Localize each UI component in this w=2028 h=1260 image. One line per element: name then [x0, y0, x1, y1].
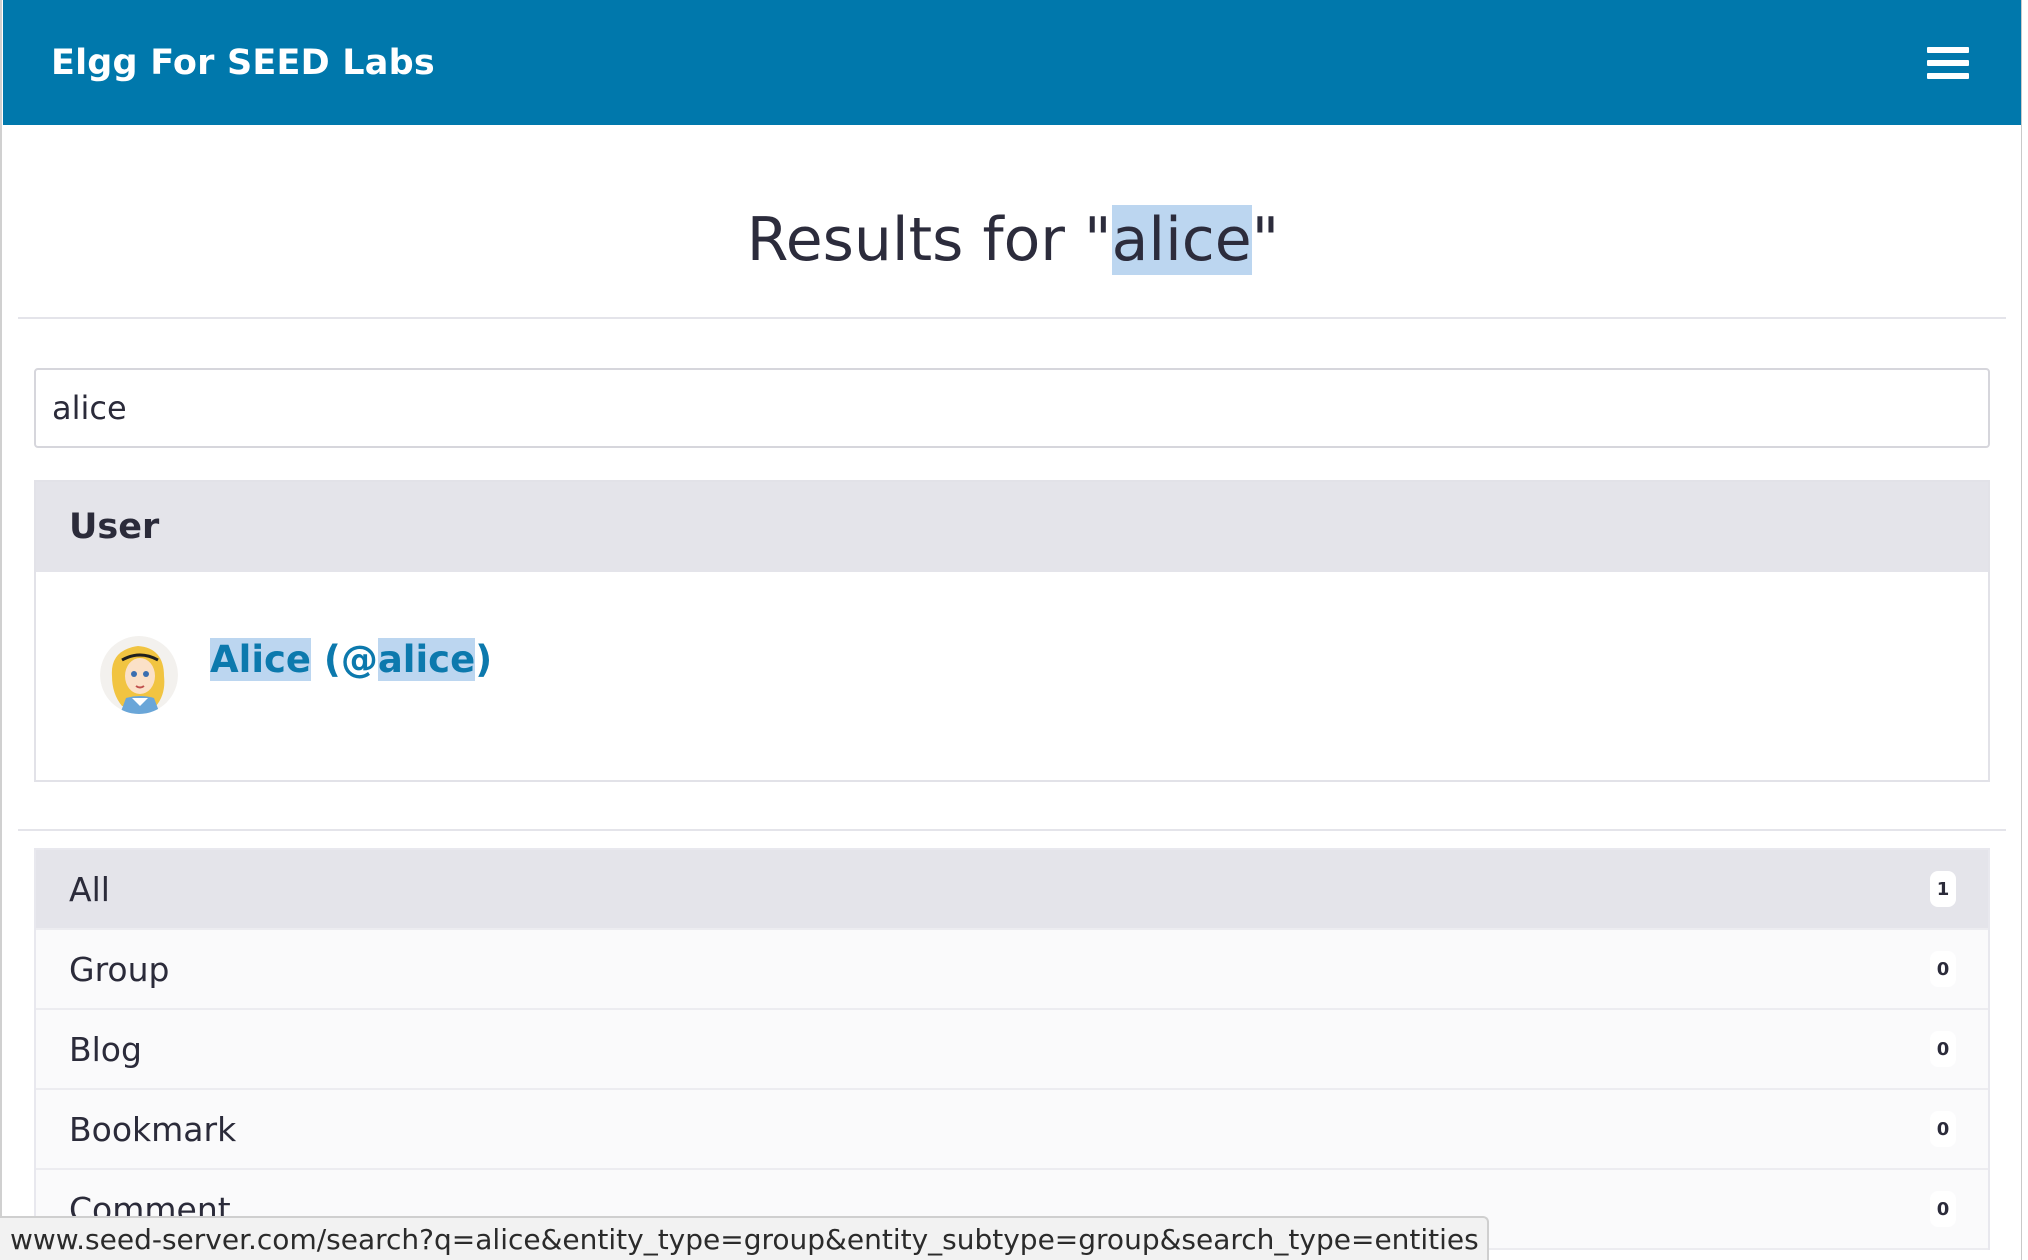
filter-count-badge: 0 [1930, 1111, 1956, 1147]
user-results-panel: User Alice (@alice) [34, 480, 1990, 782]
site-brand-link[interactable]: Elgg For SEED Labs [51, 43, 435, 83]
user-result-link[interactable]: Alice (@alice) [210, 637, 493, 681]
hamburger-menu-icon[interactable] [1927, 46, 1969, 79]
window-right-edge [2021, 0, 2028, 1260]
alice-avatar-icon[interactable] [100, 636, 178, 714]
hamburger-bar [1927, 46, 1969, 53]
page-title-suffix: " [1251, 205, 1280, 275]
user-result-item: Alice (@alice) [100, 636, 492, 714]
filter-count-badge: 0 [1930, 951, 1956, 987]
window-left-edge [0, 0, 2, 1260]
page-title-query: alice [1111, 205, 1252, 275]
filter-item-all[interactable]: All 1 [36, 850, 1988, 930]
result-name: Alice [210, 637, 312, 681]
search-input[interactable] [34, 368, 1990, 448]
filter-item-label: Group [69, 949, 170, 989]
filter-item-label: Blog [69, 1029, 142, 1069]
section-divider [18, 829, 2006, 831]
result-handle: alice [377, 637, 476, 681]
result-handle-open: (@ [311, 637, 378, 681]
result-handle-close: ) [475, 637, 493, 681]
filter-count-badge: 1 [1930, 871, 1956, 907]
avatar-image [100, 636, 178, 714]
browser-status-bar-url: www.seed-server.com/search?q=alice&entit… [0, 1216, 1489, 1260]
page-title: Results for "alice" [18, 200, 2008, 280]
filter-count-badge: 0 [1930, 1031, 1956, 1067]
filter-item-label: Bookmark [69, 1109, 237, 1149]
filter-count-badge: 0 [1930, 1191, 1956, 1227]
hamburger-bar [1927, 72, 1969, 79]
filter-item-blog[interactable]: Blog 0 [36, 1010, 1988, 1090]
panel-heading: User [36, 482, 1988, 572]
title-divider [18, 317, 2006, 319]
page-title-prefix: Results for " [746, 205, 1112, 275]
filter-item-bookmark[interactable]: Bookmark 0 [36, 1090, 1988, 1170]
search-type-filter-menu: All 1 Group 0 Blog 0 Bookmark 0 Comment … [34, 848, 1990, 1250]
hamburger-bar [1927, 59, 1969, 66]
top-navbar: Elgg For SEED Labs [3, 0, 2021, 125]
filter-item-group[interactable]: Group 0 [36, 930, 1988, 1010]
filter-item-label: All [69, 869, 110, 909]
